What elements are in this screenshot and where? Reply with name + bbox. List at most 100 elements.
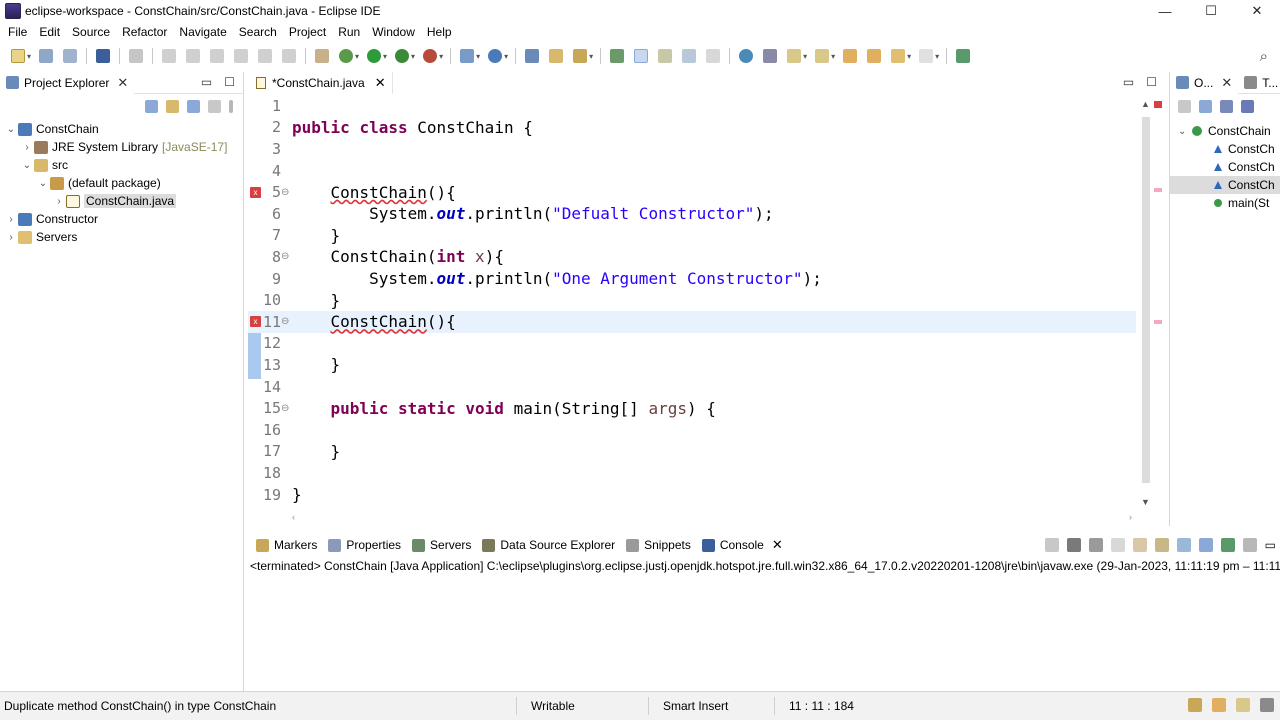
- close-icon[interactable]: ✕: [772, 537, 783, 553]
- maximize-view-icon[interactable]: ☐: [1146, 75, 1157, 89]
- collapse-all-icon[interactable]: [1199, 99, 1212, 113]
- maximize-view-icon[interactable]: ☐: [224, 75, 235, 89]
- console-output[interactable]: [248, 575, 1280, 687]
- scrollbar-thumb[interactable]: [1142, 117, 1150, 483]
- tree-item-constructor[interactable]: › Constructor: [0, 210, 243, 228]
- chevron-down-icon[interactable]: ▾: [504, 52, 508, 61]
- save-all-icon[interactable]: [63, 49, 78, 63]
- open-folder-icon[interactable]: [549, 49, 564, 63]
- tree-item-default-package[interactable]: ⌄ (default package): [0, 174, 243, 192]
- globe-icon[interactable]: [739, 49, 754, 63]
- chevron-right-icon[interactable]: ›: [4, 214, 18, 225]
- chevron-down-icon[interactable]: ⌄: [1178, 126, 1192, 137]
- tab-data-source-explorer[interactable]: Data Source Explorer: [478, 534, 622, 556]
- back-arrow-icon[interactable]: [891, 49, 906, 63]
- save-icon[interactable]: [39, 49, 54, 63]
- error-annotation-marker[interactable]: [1154, 188, 1162, 192]
- focus-icon[interactable]: [208, 99, 221, 113]
- link-with-editor-icon[interactable]: [166, 99, 179, 113]
- code-line[interactable]: 7 }: [248, 225, 1136, 247]
- menu-file[interactable]: File: [3, 25, 32, 39]
- remove-all-icon[interactable]: [1088, 538, 1103, 552]
- minimize-view-icon[interactable]: ▭: [1123, 75, 1134, 89]
- filter-icon[interactable]: [187, 99, 200, 113]
- tab-task-list[interactable]: T...: [1238, 72, 1280, 94]
- code-line[interactable]: 4: [248, 160, 1136, 182]
- forward-arrow-icon[interactable]: [919, 49, 934, 63]
- terminate-icon[interactable]: [210, 49, 225, 63]
- outline-item-class[interactable]: ⌄ ConstChain: [1170, 122, 1280, 140]
- sort-icon[interactable]: [1178, 99, 1191, 113]
- suspend-icon[interactable]: [186, 49, 201, 63]
- scroll-up-icon[interactable]: ▲: [1141, 99, 1150, 109]
- chevron-down-icon[interactable]: ▾: [355, 52, 359, 61]
- error-overview-icon[interactable]: [1154, 101, 1162, 108]
- chevron-down-icon[interactable]: ▾: [935, 52, 939, 61]
- close-icon[interactable]: ✕: [375, 75, 386, 91]
- fold-toggle-icon[interactable]: ⊖: [281, 403, 289, 414]
- search-icon[interactable]: ⌕: [1260, 48, 1268, 65]
- chevron-down-icon[interactable]: ▾: [831, 52, 835, 61]
- code-line[interactable]: 13 }: [248, 354, 1136, 376]
- terminate-icon[interactable]: [1044, 538, 1059, 552]
- code-line[interactable]: 15 ⊖ public static void main(String[] ar…: [248, 397, 1136, 419]
- code-line[interactable]: 9 System.out.println("One Argument Const…: [248, 268, 1136, 290]
- chevron-down-icon[interactable]: ▾: [803, 52, 807, 61]
- settings-icon[interactable]: [1260, 698, 1274, 712]
- profile-icon[interactable]: [423, 49, 438, 63]
- tab-servers[interactable]: Servers: [408, 534, 478, 556]
- clear-console-icon[interactable]: [1110, 538, 1125, 552]
- code-line[interactable]: 3: [248, 138, 1136, 160]
- remove-launch-icon[interactable]: [1066, 538, 1081, 552]
- forward-edit-icon[interactable]: [867, 49, 882, 63]
- editor-horizontal-scrollbar[interactable]: ‹ ›: [292, 512, 1132, 524]
- step-into-icon[interactable]: [258, 49, 273, 63]
- pen-icon[interactable]: [763, 49, 778, 63]
- chevron-right-icon[interactable]: ›: [4, 232, 18, 243]
- search-tool-icon[interactable]: [573, 49, 588, 63]
- fold-toggle-icon[interactable]: ⊖: [281, 187, 289, 198]
- minimize-view-icon[interactable]: ▭: [201, 75, 212, 89]
- collapse-all-icon[interactable]: [145, 99, 158, 113]
- tab-snippets[interactable]: Snippets: [622, 534, 698, 556]
- external-tools-icon[interactable]: [315, 49, 330, 63]
- current-code-line[interactable]: x 11 ⊖ ConstChain(){: [248, 311, 1136, 333]
- fold-toggle-icon[interactable]: ⊖: [281, 316, 289, 327]
- editor-vertical-scrollbar[interactable]: ▲ ▼: [1139, 99, 1153, 510]
- pilcrow-icon[interactable]: [706, 49, 721, 63]
- notification-icon[interactable]: [1236, 698, 1250, 712]
- scroll-down-icon[interactable]: ▼: [1141, 497, 1150, 507]
- terminal-icon[interactable]: [96, 49, 111, 63]
- run-icon[interactable]: [367, 49, 382, 63]
- view-menu-icon[interactable]: [1242, 538, 1257, 552]
- pin-console-icon[interactable]: [1176, 538, 1191, 552]
- tree-item-constchain[interactable]: ⌄ ConstChain: [0, 120, 243, 138]
- code-line[interactable]: 1: [248, 95, 1136, 117]
- next-annotation-icon[interactable]: [787, 49, 802, 63]
- code-line[interactable]: 8 ⊖ ConstChain(int x){: [248, 246, 1136, 268]
- close-icon[interactable]: ✕: [117, 75, 128, 91]
- fold-toggle-icon[interactable]: ⊖: [281, 251, 289, 262]
- code-line[interactable]: 18: [248, 462, 1136, 484]
- chevron-down-icon[interactable]: ▾: [476, 52, 480, 61]
- tree-item-servers[interactable]: › Servers: [0, 228, 243, 246]
- display-console-icon[interactable]: [1198, 538, 1213, 552]
- tree-item-jre[interactable]: › JRE System Library [JavaSE-17]: [0, 138, 243, 156]
- menu-edit[interactable]: Edit: [34, 25, 65, 39]
- chevron-down-icon[interactable]: ▾: [439, 52, 443, 61]
- close-button[interactable]: ✕: [1234, 0, 1280, 22]
- block-selection-icon[interactable]: [658, 49, 673, 63]
- show-whitespace-icon[interactable]: [682, 49, 697, 63]
- disconnect-icon[interactable]: [234, 49, 249, 63]
- open-perspective-icon[interactable]: [956, 49, 971, 63]
- tab-project-explorer[interactable]: Project Explorer ✕: [0, 71, 135, 94]
- scroll-lock-icon[interactable]: [1132, 538, 1147, 552]
- code-line[interactable]: 6 System.out.println("Defualt Constructo…: [248, 203, 1136, 225]
- hide-fields-icon[interactable]: [1220, 99, 1233, 113]
- chevron-down-icon[interactable]: ⌄: [36, 178, 50, 189]
- prev-annotation-icon[interactable]: [815, 49, 830, 63]
- last-edit-icon[interactable]: [843, 49, 858, 63]
- chevron-down-icon[interactable]: ▾: [27, 52, 31, 61]
- menu-search[interactable]: Search: [234, 25, 282, 39]
- menu-navigate[interactable]: Navigate: [174, 25, 231, 39]
